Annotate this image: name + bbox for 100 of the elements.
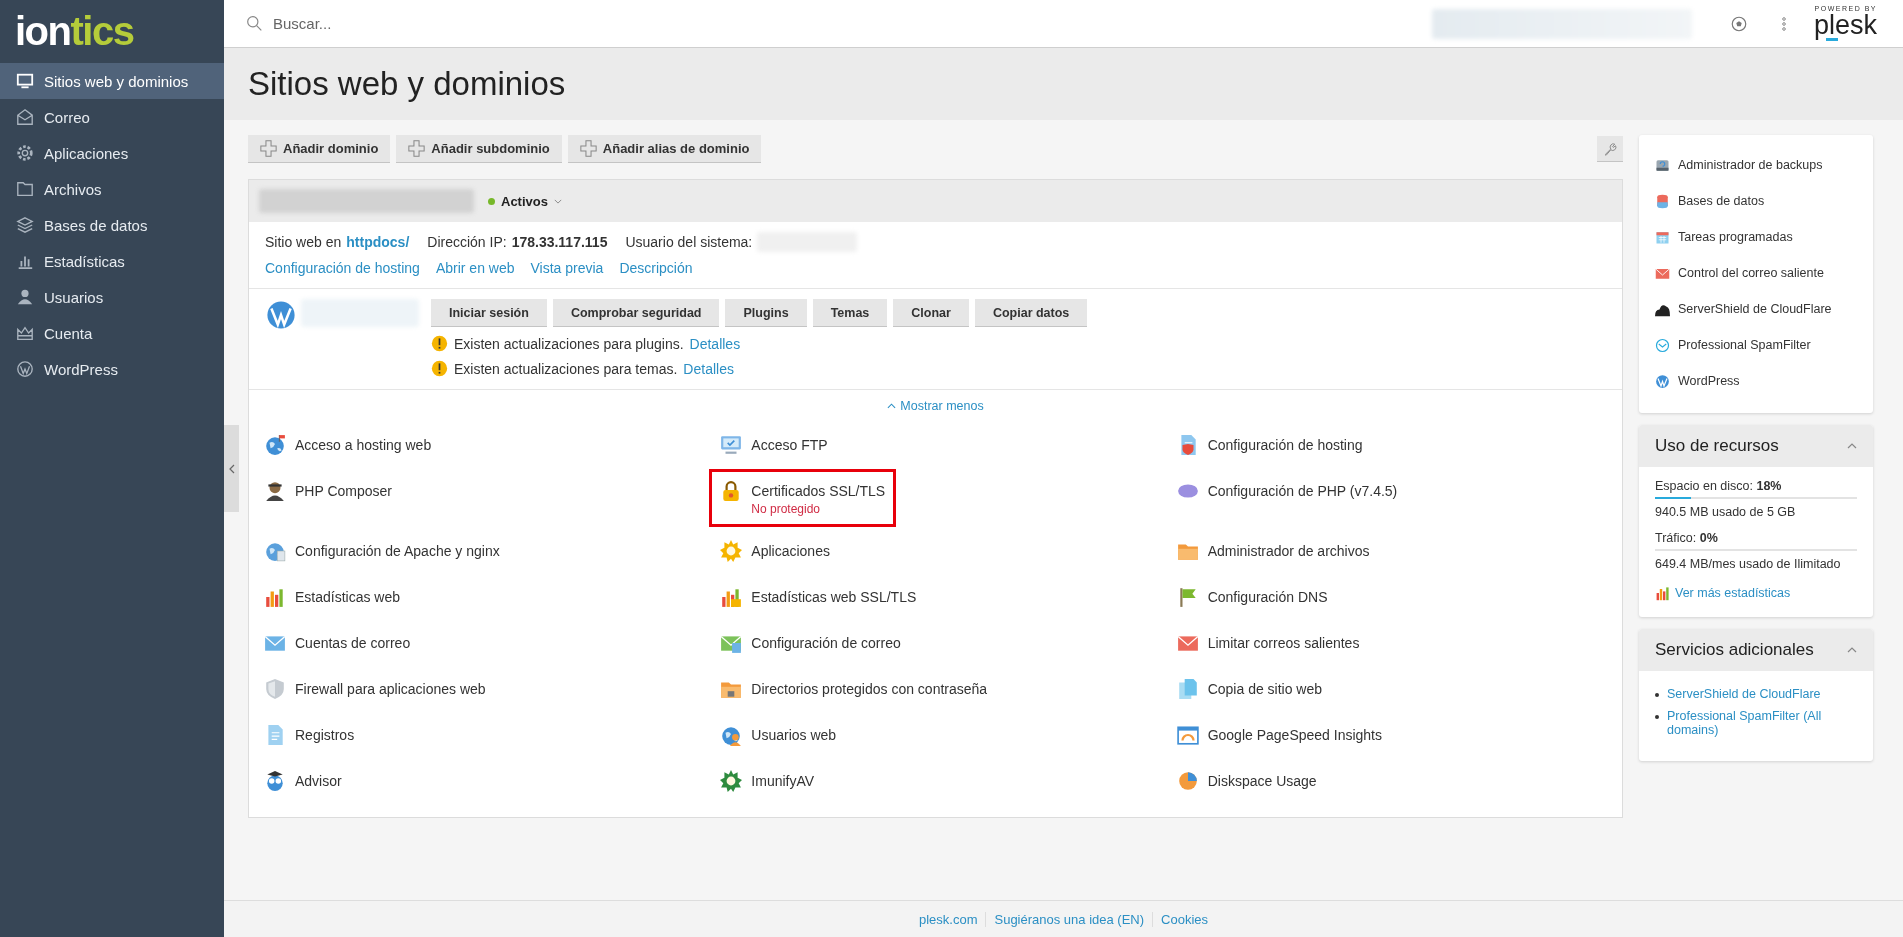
service-link[interactable]: Professional SpamFilter (All domains) bbox=[1667, 709, 1857, 737]
domain-link[interactable]: Vista previa bbox=[530, 260, 604, 276]
tool-link[interactable]: Diskspace Usage bbox=[1165, 759, 1328, 803]
tool-link[interactable]: Registros bbox=[253, 713, 366, 757]
info-label: Usuario del sistema: bbox=[625, 234, 753, 250]
tool-link[interactable]: Certificados SSL/TLS No protegido bbox=[709, 469, 897, 527]
collapse-caret-icon[interactable] bbox=[1847, 647, 1857, 653]
domain-link[interactable]: Descripción bbox=[619, 260, 693, 276]
wordpress-icon bbox=[265, 299, 297, 331]
wordpress-button[interactable]: Plugins bbox=[725, 299, 807, 327]
tool-link[interactable]: Administrador de archivos bbox=[1165, 529, 1381, 573]
sidebar-item[interactable]: Aplicaciones bbox=[0, 135, 224, 171]
database-icon bbox=[1655, 193, 1670, 209]
notice-text: Existen actualizaciones para plugins. bbox=[454, 335, 684, 352]
pie-chart-icon bbox=[1176, 770, 1199, 792]
wordpress-button[interactable]: Copiar datos bbox=[974, 299, 1088, 327]
sidebar-item[interactable]: Sitios web y dominios bbox=[0, 63, 224, 99]
caret-icon[interactable] bbox=[553, 198, 562, 204]
search-icon bbox=[246, 15, 263, 32]
tool-link[interactable]: Configuración de hosting bbox=[1165, 423, 1374, 467]
stats-link[interactable]: Ver más estadísticas bbox=[1655, 585, 1857, 601]
search-field[interactable]: Buscar... bbox=[271, 14, 675, 33]
tool-link[interactable]: Advisor bbox=[253, 759, 353, 803]
tool-link[interactable]: PHP Composer bbox=[253, 469, 403, 527]
sidebar-item[interactable]: Usuarios bbox=[0, 279, 224, 315]
metric-detail: 940.5 MB usado de 5 GB bbox=[1655, 505, 1796, 519]
bar-chart-icon bbox=[1655, 585, 1671, 601]
monitor-icon bbox=[16, 72, 34, 90]
info-value: 178.33.117.115 bbox=[511, 234, 608, 250]
bar-chart-icon bbox=[264, 586, 286, 608]
tool-link[interactable]: Acceso FTP bbox=[709, 423, 839, 467]
chevron-icon bbox=[228, 463, 235, 474]
domain-link[interactable]: Abrir en web bbox=[435, 260, 515, 276]
tool-link[interactable]: Copia de sitio web bbox=[1165, 667, 1334, 711]
tool-link[interactable]: Limitar correos salientes bbox=[1165, 621, 1371, 665]
settings-button[interactable] bbox=[1597, 136, 1623, 162]
tool-link[interactable]: Aplicaciones bbox=[709, 529, 841, 573]
shield-icon bbox=[264, 678, 286, 700]
brand-logo[interactable]: plesk bbox=[1813, 11, 1877, 43]
collapse-caret-icon[interactable] bbox=[1847, 443, 1857, 449]
quick-link[interactable]: Control del correo saliente bbox=[1655, 255, 1857, 291]
notice-text: Existen actualizaciones para temas. bbox=[454, 360, 678, 377]
quick-link[interactable]: Administrador de backups bbox=[1655, 147, 1857, 183]
monitor-icon bbox=[720, 434, 743, 456]
page-title: Sitios web y dominios bbox=[248, 65, 566, 103]
details-link[interactable]: Detalles bbox=[689, 335, 741, 352]
add-button[interactable]: Añadir subdominio bbox=[396, 135, 562, 163]
sidebar-item[interactable]: Estadísticas bbox=[0, 243, 224, 279]
plus-icon bbox=[408, 140, 426, 157]
tool-link[interactable]: Estadísticas web bbox=[253, 575, 412, 619]
quick-link[interactable]: Professional SpamFilter bbox=[1655, 327, 1857, 363]
quick-link[interactable]: ServerShield de CloudFlare bbox=[1655, 291, 1857, 327]
calendar-icon bbox=[1655, 229, 1670, 245]
tool-link[interactable]: Configuración de PHP (v7.4.5) bbox=[1165, 469, 1409, 527]
folder-link[interactable]: httpdocs/ bbox=[346, 234, 410, 250]
info-label: Sitio web en bbox=[265, 234, 342, 250]
person-icon bbox=[264, 480, 286, 502]
sidebar-item[interactable]: Archivos bbox=[0, 171, 224, 207]
status-dropdown[interactable]: Activos bbox=[488, 193, 562, 209]
tool-link[interactable]: Firewall para aplicaciones web bbox=[253, 667, 497, 711]
add-button[interactable]: Añadir alias de dominio bbox=[567, 135, 762, 163]
details-link[interactable]: Detalles bbox=[683, 360, 734, 377]
tool-link[interactable]: Cuentas de correo bbox=[253, 621, 422, 665]
wordpress-icon bbox=[16, 360, 34, 378]
drive-icon bbox=[1655, 157, 1670, 173]
sidebar-item[interactable]: Correo bbox=[0, 99, 224, 135]
wordpress-button[interactable]: Clonar bbox=[893, 299, 969, 327]
tool-link[interactable]: Configuración de Apache y nginx bbox=[253, 529, 511, 573]
tool-link[interactable]: Acceso a hosting web bbox=[253, 423, 443, 467]
sidebar-item[interactable]: WordPress bbox=[0, 351, 224, 387]
service-link[interactable]: ServerShield de CloudFlare bbox=[1667, 687, 1821, 701]
show-less-link[interactable]: Mostrar menos bbox=[887, 399, 984, 413]
warning-icon bbox=[431, 360, 448, 377]
collapse-handle[interactable] bbox=[224, 425, 239, 512]
wordpress-button[interactable]: Comprobar seguridad bbox=[552, 299, 720, 327]
domain-link[interactable]: Configuración de hosting bbox=[265, 260, 420, 276]
tool-link[interactable]: ImunifyAV bbox=[709, 759, 826, 803]
tool-link[interactable]: Google PageSpeed Insights bbox=[1165, 713, 1393, 757]
gear-icon bbox=[720, 770, 743, 792]
card-title: Servicios adicionales bbox=[1655, 640, 1814, 660]
wordpress-button[interactable]: Iniciar sesión bbox=[431, 299, 547, 327]
more-icon[interactable] bbox=[1781, 16, 1786, 31]
ball-icon[interactable] bbox=[1729, 14, 1748, 33]
quick-link[interactable]: Bases de datos bbox=[1655, 183, 1857, 219]
metric-detail: 649.4 MB/mes usado de Ilimitado bbox=[1655, 557, 1841, 571]
add-button[interactable]: Añadir dominio bbox=[248, 135, 391, 163]
tool-link[interactable]: Estadísticas web SSL/TLS bbox=[709, 575, 928, 619]
sidebar-item[interactable]: Bases de datos bbox=[0, 207, 224, 243]
tool-link[interactable]: Configuración de correo bbox=[709, 621, 912, 665]
tool-link[interactable]: Configuración DNS bbox=[1165, 575, 1339, 619]
tool-link[interactable]: Usuarios web bbox=[709, 713, 848, 757]
envelope-icon bbox=[16, 108, 34, 126]
sidebar-item[interactable]: Cuenta bbox=[0, 315, 224, 351]
tool-link[interactable]: Directorios protegidos con contraseña bbox=[709, 667, 999, 711]
quick-link[interactable]: Tareas programadas bbox=[1655, 219, 1857, 255]
person-icon bbox=[16, 288, 34, 306]
logo[interactable]: iontics bbox=[0, 0, 224, 63]
plus-icon bbox=[579, 140, 597, 157]
quick-link[interactable]: WordPress bbox=[1655, 363, 1857, 399]
wordpress-button[interactable]: Temas bbox=[812, 299, 888, 327]
